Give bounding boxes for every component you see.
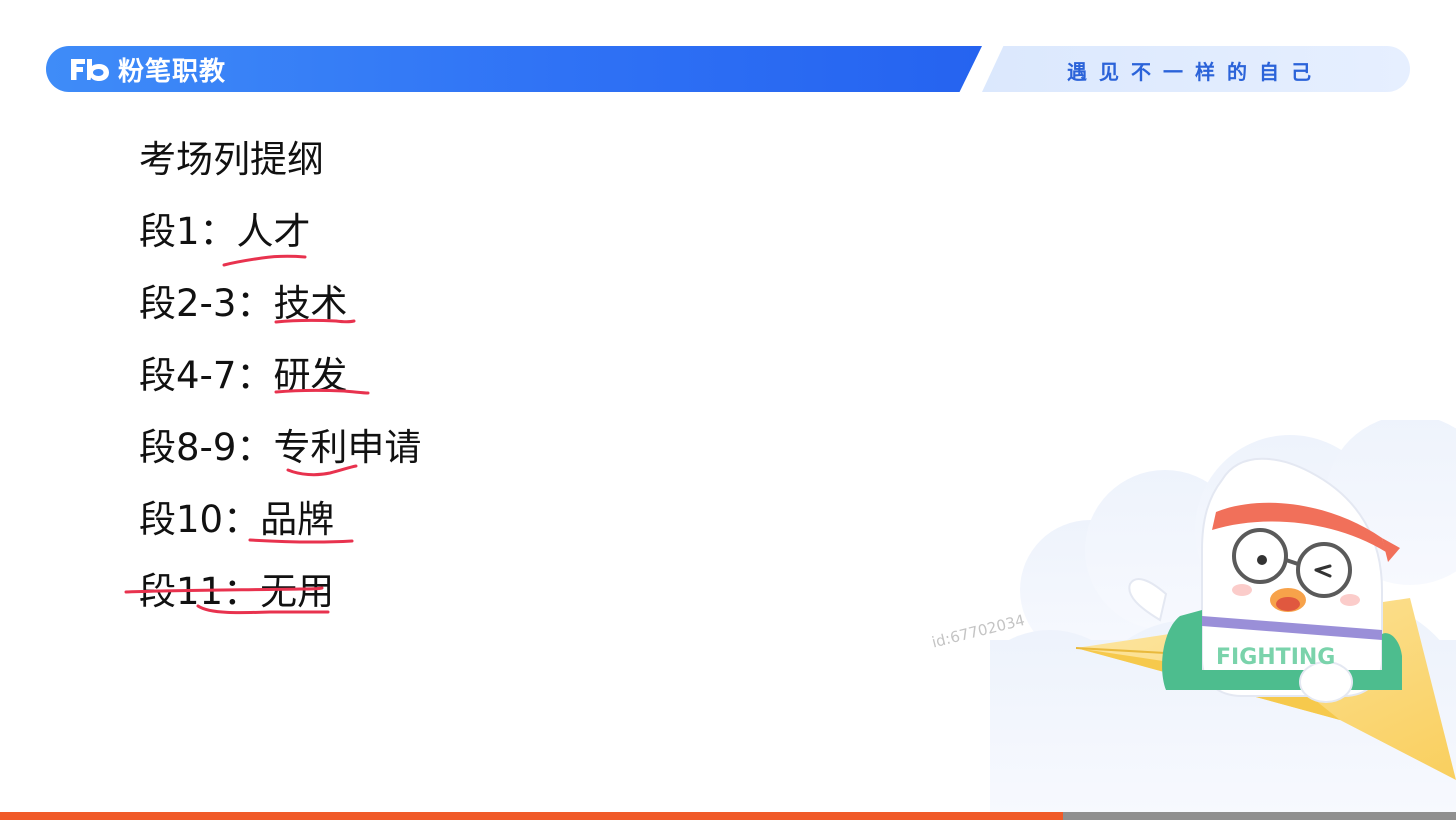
slogan-text: 遇见不一样的自己 (1067, 60, 1323, 84)
outline-item: 段8-9：专利申请 (139, 422, 421, 494)
outline-item: 段1：人才 (139, 206, 421, 278)
paragraph-range: 段8-9： (139, 426, 274, 469)
paragraph-range: 段1： (139, 210, 237, 253)
paragraph-range: 段4-7： (139, 354, 274, 397)
progress-fill (0, 812, 1063, 820)
outline-item: 段2-3：技术 (139, 278, 421, 350)
paragraph-range: 段2-3： (139, 282, 274, 325)
fighting-badge: FIGHTING (1216, 645, 1335, 670)
outline-item: 段11：无用 (139, 566, 421, 638)
fb-logo-icon (71, 59, 109, 81)
paragraph-topic: 无用 (260, 570, 335, 613)
outline-item: 段10：品牌 (139, 494, 421, 566)
outline-title: 考场列提纲 (139, 138, 324, 181)
paragraph-range: 段10： (139, 498, 261, 541)
paragraph-topic: 技术 (273, 282, 348, 325)
outline-block: 考场列提纲 段1：人才 段2-3：技术 段4-7：研发 段8-9：专利申请 段1… (139, 134, 421, 638)
paragraph-topic: 品牌 (260, 498, 335, 541)
mascot-illustration: FIGHTING (990, 420, 1456, 814)
paragraph-topic: 人才 (236, 210, 311, 253)
slide: 粉笔职教 遇见不一样的自己 考场列提纲 段1：人才 段2-3：技术 段4-7：研… (0, 0, 1456, 820)
paragraph-range: 段11： (139, 570, 261, 613)
paragraph-topic: 研发 (273, 354, 348, 397)
progress-bar (0, 812, 1456, 820)
brand-logo: 粉笔职教 (68, 50, 226, 88)
paragraph-topic: 专利申请 (273, 426, 422, 469)
outline-item: 段4-7：研发 (139, 350, 421, 422)
logo-text: 粉笔职教 (118, 56, 227, 87)
